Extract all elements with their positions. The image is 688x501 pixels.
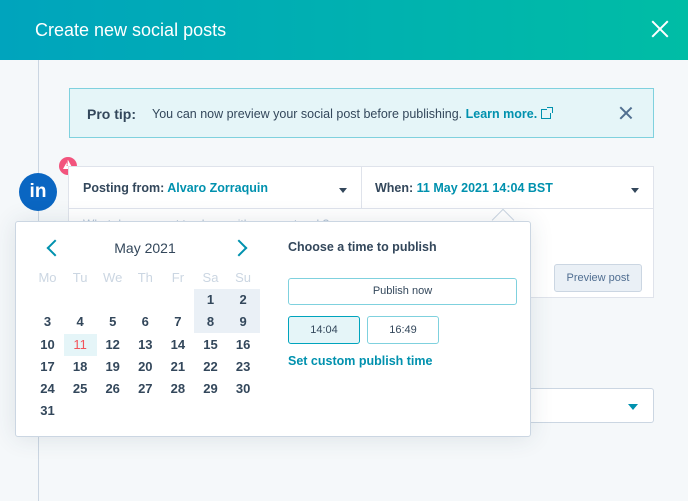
tip-text: You can now preview your social post bef…: [152, 107, 554, 121]
tip-close-icon[interactable]: [619, 106, 633, 120]
calendar-day[interactable]: 17: [31, 356, 64, 378]
pro-tip-banner: Pro tip: You can now preview your social…: [69, 88, 654, 138]
close-icon[interactable]: [650, 19, 670, 39]
calendar-day[interactable]: 25: [64, 378, 97, 400]
calendar-day[interactable]: 22: [194, 356, 227, 378]
external-link-icon: [541, 107, 554, 119]
calendar-day[interactable]: 20: [129, 356, 162, 378]
calendar-day[interactable]: 13: [129, 334, 162, 356]
calendar-day-today[interactable]: 11: [63, 333, 97, 356]
when-label: When:: [375, 181, 417, 195]
weekday-label: We: [103, 270, 123, 285]
weekday-label: Fr: [171, 270, 185, 285]
chevron-down-icon[interactable]: [339, 188, 347, 193]
when-dropdown[interactable]: When: 11 May 2021 14:04 BST: [375, 181, 553, 195]
weekday-label: Tu: [72, 270, 88, 285]
select-dropdown[interactable]: [531, 388, 654, 423]
calendar-day[interactable]: 16: [227, 334, 260, 356]
date-time-popover: May 2021 Mo Tu We Th Fr Sa Su 1 2 3 4 5 6 7 8 9 10 11 12 13…: [15, 221, 531, 437]
calendar-day[interactable]: 14: [161, 334, 194, 356]
when-value: 11 May 2021 14:04 BST: [416, 181, 553, 195]
calendar-day[interactable]: 29: [194, 378, 227, 400]
weekday-label: Th: [137, 270, 153, 285]
calendar-day[interactable]: 24: [31, 378, 64, 400]
calendar-day[interactable]: 1: [194, 289, 227, 312]
calendar-month: May 2021: [114, 240, 176, 256]
linkedin-icon: in: [19, 173, 57, 211]
calendar-day[interactable]: 2: [226, 289, 260, 312]
calendar-day[interactable]: 10: [31, 334, 64, 356]
calendar-day[interactable]: 8: [194, 311, 227, 334]
calendar-day[interactable]: 5: [96, 311, 129, 333]
calendar-day[interactable]: 26: [96, 378, 129, 400]
posting-from-label: Posting from:: [83, 181, 168, 195]
publish-now-button[interactable]: Publish now: [288, 278, 517, 305]
calendar-day[interactable]: 4: [64, 311, 97, 333]
calendar-day[interactable]: 31: [31, 400, 64, 422]
caret-down-icon: [628, 404, 638, 410]
calendar-day[interactable]: 18: [64, 356, 97, 378]
tip-message: You can now preview your social post bef…: [152, 107, 466, 121]
calendar-day[interactable]: 28: [161, 378, 194, 400]
calendar-day[interactable]: 12: [96, 334, 129, 356]
calendar-day[interactable]: 23: [227, 356, 260, 378]
divider: [361, 167, 362, 209]
chevron-left-icon[interactable]: [46, 239, 64, 257]
calendar-day[interactable]: 6: [129, 311, 162, 333]
calendar-day[interactable]: 19: [96, 356, 129, 378]
chevron-down-icon[interactable]: [631, 188, 639, 193]
custom-publish-time-link[interactable]: Set custom publish time: [288, 354, 432, 368]
calendar-day[interactable]: 7: [161, 311, 194, 333]
calendar-day[interactable]: 9: [226, 311, 260, 334]
time-option[interactable]: 16:49: [367, 316, 439, 344]
calendar-day[interactable]: 3: [31, 311, 64, 333]
modal-header: Create new social posts: [0, 0, 688, 60]
calendar-day[interactable]: 27: [129, 378, 162, 400]
weekday-label: Mo: [38, 270, 57, 285]
learn-more-link[interactable]: Learn more.: [466, 107, 538, 121]
time-option-selected[interactable]: 14:04: [288, 316, 360, 344]
weekday-label: Sa: [202, 270, 219, 285]
post-settings-row: Posting from: Alvaro Zorraquin When: 11 …: [69, 167, 653, 209]
chevron-right-icon[interactable]: [230, 239, 248, 257]
weekday-label: Su: [235, 270, 252, 285]
time-picker-title: Choose a time to publish: [288, 240, 437, 254]
posting-from-dropdown[interactable]: Posting from: Alvaro Zorraquin: [83, 181, 268, 195]
calendar-day[interactable]: 15: [194, 334, 227, 356]
calendar-day[interactable]: 30: [227, 378, 260, 400]
preview-post-button[interactable]: Preview post: [554, 264, 642, 292]
calendar-day[interactable]: 21: [161, 356, 194, 378]
modal-title: Create new social posts: [35, 20, 227, 40]
posting-from-value: Alvaro Zorraquin: [167, 181, 268, 195]
tip-label: Pro tip:: [87, 106, 136, 122]
